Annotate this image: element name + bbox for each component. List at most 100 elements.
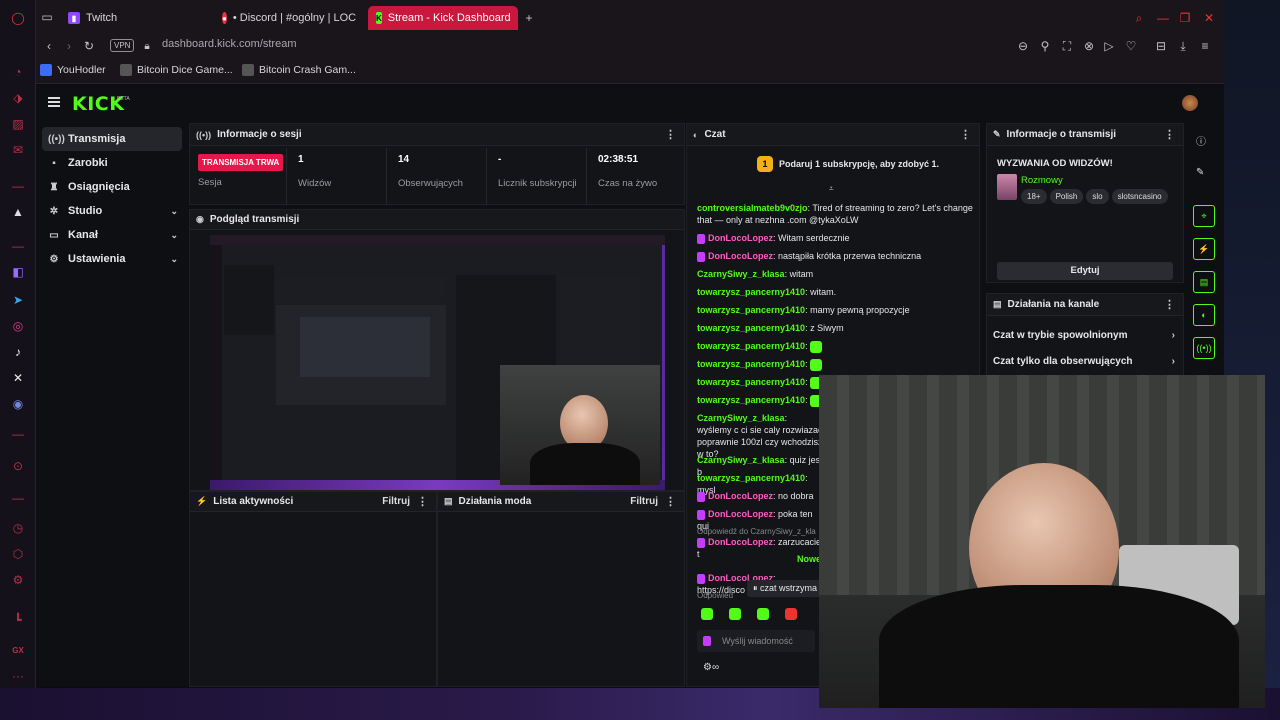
emote-icon[interactable] [757,608,769,620]
box-icon[interactable]: ⬡ [10,546,26,562]
x-icon[interactable]: ✕ [10,370,26,386]
chat-username[interactable]: towarzysz_pancerny1410 [697,473,805,483]
chat-username[interactable]: DonLocoLopez [708,491,773,501]
wallet-icon[interactable]: ⊟ [1154,39,1168,53]
forward-icon[interactable]: › [62,39,76,53]
more-options-icon[interactable]: ⋮ [960,128,971,141]
nav-kanal[interactable]: ▭ Kanał ⌄ [42,223,182,247]
settings-icon[interactable]: ⚙ [10,572,26,588]
close-icon[interactable]: ✕ [1202,11,1216,25]
broadcast-icon[interactable]: ((•)) [1193,337,1215,359]
edit-button[interactable]: Edytuj [997,262,1173,280]
maximize-icon[interactable]: ❐ [1178,11,1192,25]
chat-username[interactable]: CzarnySiwy_z_klasa [697,413,785,423]
chat-settings-icon[interactable]: ⚙∞ [703,662,719,673]
pin-icon[interactable]: ⚲ [1038,39,1052,53]
chat-input[interactable]: Wyślij wiadomość [697,630,815,652]
slow-mode-toggle[interactable]: Czat w trybie spowolnionym › [993,330,1175,341]
tab-kick-dashboard[interactable]: K Stream - Kick Dashboard [368,6,518,30]
search-icon[interactable]: ⌕ [1132,11,1146,25]
filter-button[interactable]: Filtruj [382,496,410,507]
pin-toggle-icon[interactable]: ⩡ [829,184,834,194]
chat-username[interactable]: DonLocoLopez [708,509,773,519]
bookmark-dice[interactable]: Bitcoin Dice Game... [120,64,233,76]
action-label: Czat tylko dla obserwujących [993,356,1133,367]
discord-icon[interactable]: ◉ [10,396,26,412]
gx-icon[interactable]: GX [10,642,26,658]
adblock-icon[interactable]: ⊗ [1082,39,1096,53]
instagram-icon[interactable]: ◎ [10,318,26,334]
reload-icon[interactable]: ↻ [82,39,96,53]
more-options-icon[interactable]: ⋮ [1164,128,1175,141]
more-options-icon[interactable]: ⋮ [665,128,676,141]
gift-sub-banner[interactable]: 1 Podaruj 1 subskrypcję, aby zdobyć 1. [757,156,939,172]
chat-username[interactable]: CzarnySiwy_z_klasa [697,269,785,279]
vpn-badge[interactable]: VPN [110,39,135,52]
lock-icon[interactable]: 🔒︎ [140,39,154,53]
download-icon[interactable]: ⤓ [1176,39,1190,53]
bookmark-crash[interactable]: Bitcoin Crash Gam... [242,64,356,76]
more-icon[interactable]: ··· [10,668,26,684]
info-icon[interactable]: ⓘ [1196,133,1206,148]
chat-username[interactable]: DonLocoLopez [708,537,773,547]
bookmark-youhodler[interactable]: YouHodler [40,64,106,76]
emote-icon[interactable] [729,608,741,620]
nav-zarobki[interactable]: ▪ Zarobki [42,151,182,175]
twitch-icon[interactable]: ◧ [10,264,26,280]
filter-button[interactable]: Filtruj [630,496,658,507]
minimize-icon[interactable]: — [1156,11,1170,25]
emote-icon[interactable] [701,608,713,620]
clock-icon[interactable]: ◷ [10,520,26,536]
tab-discord[interactable]: ● • Discord | #ogólny | LOC [214,6,356,30]
nav-transmisja[interactable]: ((•)) Transmisja [42,127,182,151]
chat-username[interactable]: controversialmateb9v0zjo [697,203,808,213]
brand-icon[interactable]: ▲ [10,204,26,220]
heart-icon[interactable]: ♡ [1124,39,1138,53]
chat-username[interactable]: towarzysz_pancerny1410 [697,323,805,333]
back-icon[interactable]: ‹ [42,39,56,53]
menu-icon[interactable]: ≡ [1198,39,1212,53]
nav-studio[interactable]: ✲ Studio ⌄ [42,199,182,223]
tab-twitch[interactable]: ▮ Twitch [60,6,210,30]
workspace-icon[interactable]: ▭ [40,10,54,24]
edit-icon[interactable]: ✎ [1196,167,1204,178]
category-link[interactable]: Rozmowy [1021,175,1063,186]
hamburger-icon[interactable] [48,97,60,107]
nav-ustawienia[interactable]: ⚙ Ustawienia ⌄ [42,247,182,271]
chat-username[interactable]: DonLocoLopez [708,251,773,261]
followers-only-toggle[interactable]: Czat tylko dla obserwujących › [993,356,1175,367]
crosshair-icon[interactable]: ⌖ [1193,205,1215,227]
gmail-icon[interactable]: ✉ [10,142,26,158]
chat-paused-button[interactable]: ⏸ czat wstrzyma [747,580,824,597]
chat-username[interactable]: towarzysz_pancerny1410 [697,287,805,297]
nav-osiagniecia[interactable]: ♜ Osiągnięcia [42,175,182,199]
url-field[interactable]: dashboard.kick.com/stream [162,38,297,50]
record-icon[interactable]: ⊙ [10,458,26,474]
chat-username[interactable]: towarzysz_pancerny1410 [697,359,805,369]
more-options-icon[interactable]: ⋮ [1164,298,1175,311]
more-options-icon[interactable]: ⋮ [665,495,676,508]
chat-username[interactable]: CzarnySiwy_z_klasa [697,455,785,465]
speed-icon[interactable]: ◔ [10,64,26,80]
chat-bubble-icon[interactable]: ◐ [1193,304,1215,326]
chevron-down-icon: ⌄ [170,205,178,216]
stripe-icon[interactable]: ▨ [10,116,26,132]
telegram-icon[interactable]: ➤ [10,292,26,308]
screenshot-icon[interactable]: ⛶ [1060,39,1074,53]
chat-username[interactable]: DonLocoLopez [708,233,773,243]
play-icon[interactable]: ▷ [1102,39,1116,53]
chat-username[interactable]: towarzysz_pancerny1410 [697,395,805,405]
bolt-icon[interactable]: ⚡ [1193,238,1215,260]
chat-username[interactable]: towarzysz_pancerny1410 [697,377,805,387]
chat-username[interactable]: towarzysz_pancerny1410 [697,305,805,315]
zoom-icon[interactable]: ⊖ [1016,39,1030,53]
avatar[interactable] [1182,95,1198,111]
emote-icon[interactable] [785,608,797,620]
new-tab-icon[interactable]: + [522,11,536,25]
chat-username[interactable]: towarzysz_pancerny1410 [697,341,805,351]
opera-icon[interactable]: ◯ [10,10,26,26]
more-options-icon[interactable]: ⋮ [417,495,428,508]
clipboard-icon[interactable]: ▤ [1193,271,1215,293]
crypto-icon[interactable]: ⬗ [10,90,26,106]
tiktok-icon[interactable]: ♪ [10,344,26,360]
